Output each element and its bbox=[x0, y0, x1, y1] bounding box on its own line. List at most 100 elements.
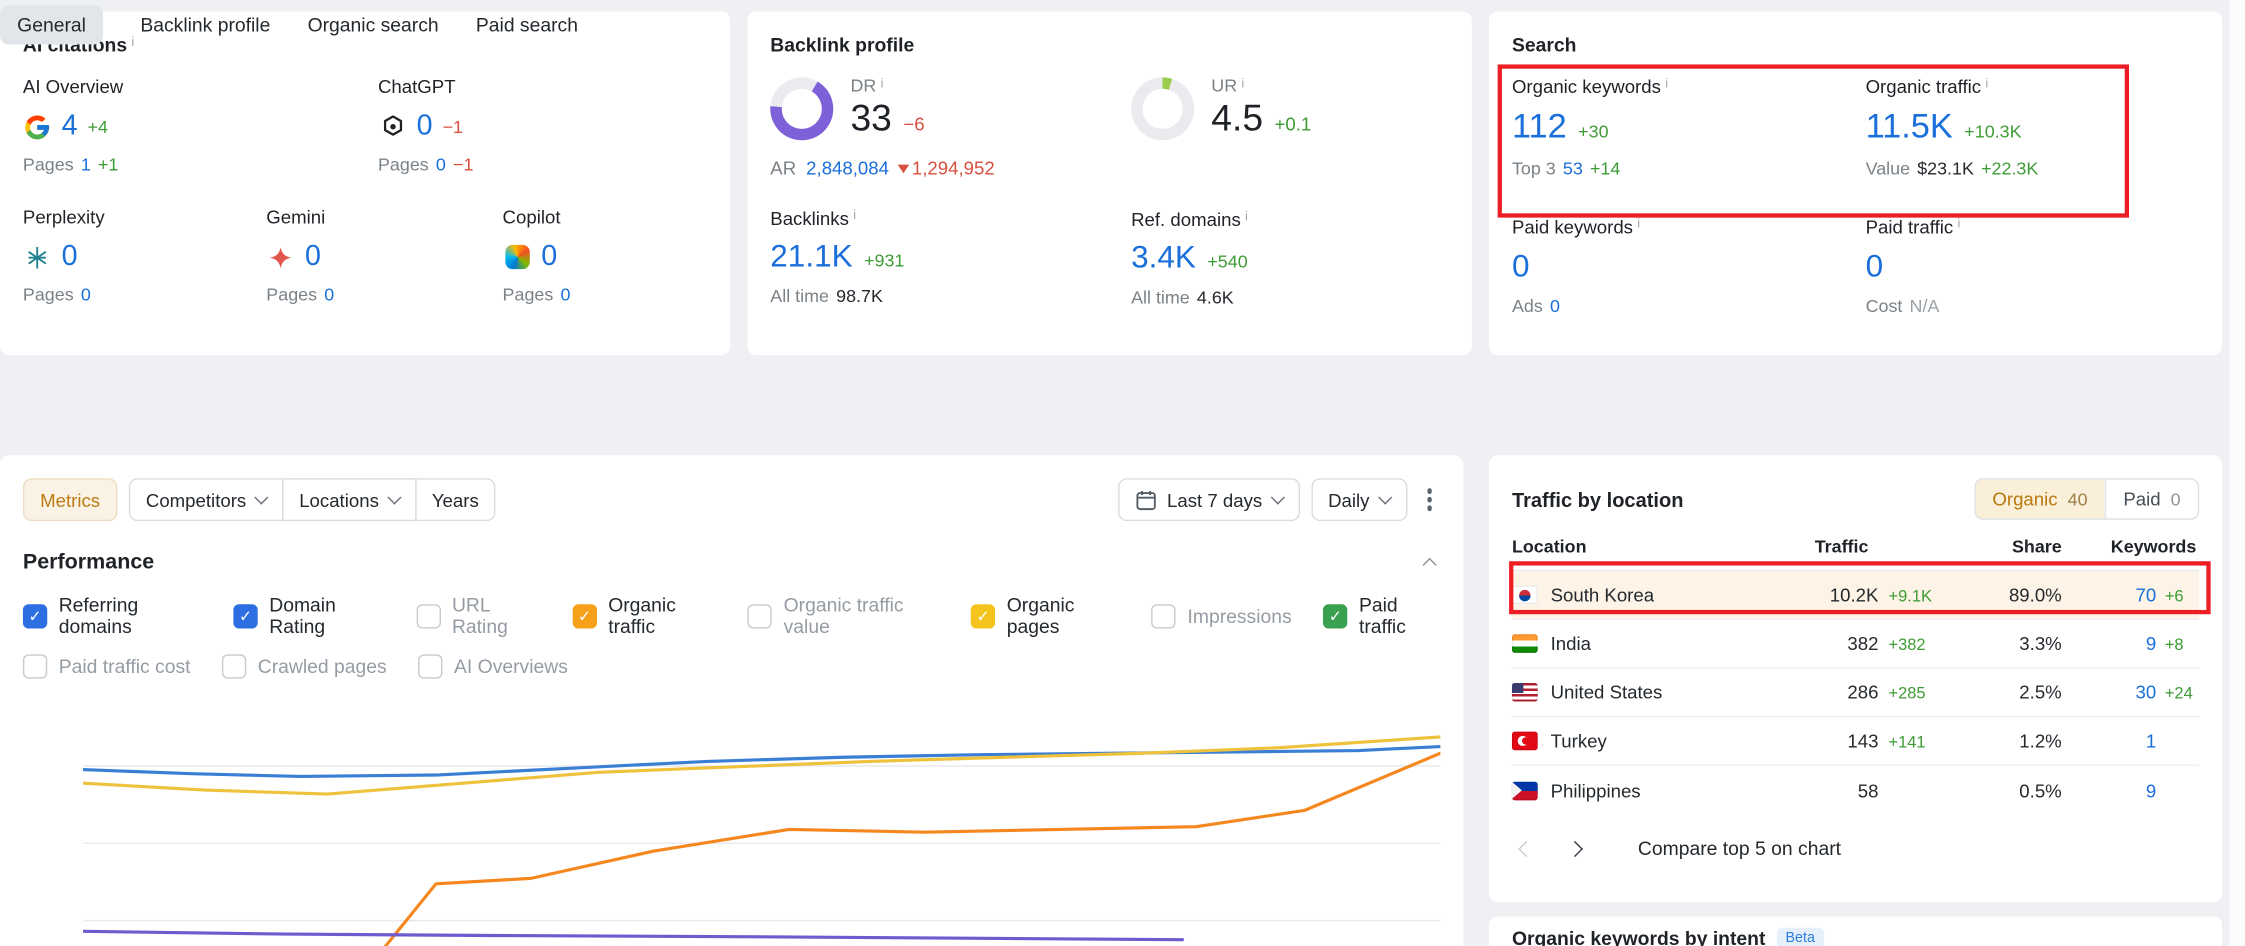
metric-toggle-impressions[interactable]: Impressions bbox=[1152, 603, 1292, 627]
cell-traffic-delta: +141 bbox=[1878, 734, 1944, 751]
ads-value[interactable]: 0 bbox=[1550, 296, 1560, 316]
cell-keywords[interactable]: 9 bbox=[2062, 780, 2156, 801]
checkbox-unchecked-icon bbox=[748, 603, 772, 627]
organic-traffic-delta: +10.3K bbox=[1964, 122, 2021, 142]
column-traffic: Traffic bbox=[1718, 537, 1944, 557]
compare-top5-link[interactable]: Compare top 5 on chart bbox=[1638, 838, 1841, 859]
cell-keywords[interactable]: 9 bbox=[2062, 633, 2156, 654]
competitors-button[interactable]: Competitors bbox=[129, 478, 284, 521]
cell-share: 0.5% bbox=[1944, 780, 2061, 801]
organic-traffic-value[interactable]: 11.5K bbox=[1866, 107, 1953, 147]
chevron-down-icon bbox=[1270, 490, 1284, 504]
cell-keywords[interactable]: 1 bbox=[2062, 730, 2156, 751]
traffic-table-header: Location Traffic Share Keywords bbox=[1512, 537, 2199, 571]
metric-toggle-domain-rating[interactable]: Domain Rating bbox=[233, 594, 384, 637]
paid-traffic-sub: Cost N/A bbox=[1866, 296, 2200, 316]
backlinks-value[interactable]: 21.1K bbox=[770, 238, 852, 275]
info-icon bbox=[881, 76, 884, 90]
checkbox-checked-icon bbox=[233, 603, 257, 627]
pages-value[interactable]: 0 bbox=[81, 285, 91, 305]
cell-share: 1.2% bbox=[1944, 730, 2061, 751]
google-icon bbox=[23, 112, 52, 141]
previous-page-icon[interactable] bbox=[1518, 840, 1534, 856]
organic-keywords-value[interactable]: 112 bbox=[1512, 107, 1567, 147]
cell-keywords[interactable]: 70 bbox=[2062, 584, 2156, 605]
value-label: Value bbox=[1866, 159, 1910, 179]
next-page-icon[interactable] bbox=[1567, 840, 1583, 856]
metric-toggle-crawled-pages[interactable]: Crawled pages bbox=[222, 654, 387, 678]
top3-value[interactable]: 53 bbox=[1563, 159, 1583, 179]
location-name: Turkey bbox=[1551, 730, 1607, 751]
locations-button[interactable]: Locations bbox=[282, 478, 416, 521]
cell-traffic-delta: +285 bbox=[1878, 686, 1944, 703]
tab-paid-search[interactable]: Paid search bbox=[476, 14, 578, 35]
alltime-value: 4.6K bbox=[1197, 288, 1234, 308]
metric-toggles-row-1: Referring domains Domain Rating URL Rati… bbox=[23, 594, 1440, 637]
location-name: Philippines bbox=[1551, 780, 1641, 801]
ai-metric-value[interactable]: 4 bbox=[62, 110, 78, 143]
ar-value[interactable]: 2,848,084 bbox=[806, 157, 889, 178]
ai-metric-label: Copilot bbox=[503, 206, 708, 227]
tab-general[interactable]: General bbox=[0, 5, 103, 44]
table-row-turkey[interactable]: Turkey 143+141 1.2% 1 bbox=[1512, 717, 2199, 766]
tab-backlink-profile[interactable]: Backlink profile bbox=[140, 14, 270, 35]
metric-toggle-ai-overviews[interactable]: AI Overviews bbox=[418, 654, 568, 678]
refdomains-value[interactable]: 3.4K bbox=[1131, 239, 1196, 276]
paid-keywords-value[interactable]: 0 bbox=[1512, 248, 1530, 285]
table-row-india[interactable]: India 382+382 3.3% 9+8 bbox=[1512, 620, 2199, 669]
paid-traffic-value[interactable]: 0 bbox=[1866, 248, 1884, 285]
info-icon bbox=[1245, 209, 1248, 223]
date-range-button[interactable]: Last 7 days bbox=[1118, 478, 1299, 521]
years-button[interactable]: Years bbox=[415, 478, 496, 521]
flag-philippines-icon bbox=[1512, 781, 1538, 800]
checkbox-checked-icon bbox=[23, 603, 47, 627]
ai-citations-row-1: AI Overview 4 +4 Pages 1 +1 ChatGPT bbox=[23, 76, 707, 175]
toggle-organic[interactable]: Organic 40 bbox=[1975, 480, 2104, 519]
ai-metric-label: ChatGPT bbox=[378, 76, 707, 97]
performance-chart[interactable] bbox=[83, 702, 1440, 946]
chevron-down-icon bbox=[1377, 490, 1391, 504]
pages-value[interactable]: 1 bbox=[81, 155, 91, 175]
alltime-label: All time bbox=[1131, 288, 1190, 308]
metrics-button[interactable]: Metrics bbox=[23, 478, 117, 521]
metric-toggle-paid-traffic[interactable]: Paid traffic bbox=[1323, 594, 1440, 637]
top3-delta: +14 bbox=[1590, 159, 1620, 179]
ai-metric-ai-overview: AI Overview 4 +4 Pages 1 +1 bbox=[23, 76, 378, 175]
backlinks-block: Backlinks 21.1K +931 All time 98.7K bbox=[770, 208, 1131, 307]
metric-toggle-url-rating[interactable]: URL Rating bbox=[416, 594, 541, 637]
pages-value[interactable]: 0 bbox=[560, 285, 570, 305]
ai-metric-value-row: 0 −1 bbox=[378, 110, 707, 143]
pages-label: Pages bbox=[378, 155, 429, 175]
toggle-paid[interactable]: Paid 0 bbox=[2105, 480, 2198, 519]
refdomains-block: Ref. domains 3.4K +540 All time 4.6K bbox=[1131, 209, 1449, 308]
organic-traffic-sub: Value $23.1K +22.3K bbox=[1866, 159, 2200, 179]
cell-keywords[interactable]: 30 bbox=[2062, 682, 2156, 703]
more-options-icon[interactable] bbox=[1418, 480, 1440, 519]
metric-toggle-organic-traffic-value[interactable]: Organic traffic value bbox=[748, 594, 940, 637]
ai-metric-pages: Pages 0 bbox=[23, 285, 266, 305]
ur-value: 4.5 bbox=[1211, 96, 1263, 140]
organic-paid-toggle: Organic 40 Paid 0 bbox=[1974, 478, 2199, 520]
collapse-section-icon[interactable] bbox=[1423, 558, 1437, 572]
ai-metric-value[interactable]: 0 bbox=[417, 110, 433, 143]
ai-metric-value[interactable]: 0 bbox=[62, 241, 78, 274]
table-row-philippines[interactable]: Philippines 58 0.5% 9 bbox=[1512, 766, 2199, 815]
info-icon bbox=[1637, 216, 1640, 230]
table-row-south-korea[interactable]: South Korea 10.2K+9.1K 89.0% 70+6 bbox=[1512, 571, 2199, 620]
table-row-united-states[interactable]: United States 286+285 2.5% 30+24 bbox=[1512, 669, 2199, 718]
paid-traffic-block: Paid traffic 0 Cost N/A bbox=[1866, 216, 2200, 316]
metric-toggle-organic-traffic[interactable]: Organic traffic bbox=[572, 594, 716, 637]
info-icon bbox=[1241, 76, 1244, 90]
metric-toggle-paid-traffic-cost[interactable]: Paid traffic cost bbox=[23, 654, 191, 678]
ai-metric-value[interactable]: 0 bbox=[541, 241, 557, 274]
granularity-button[interactable]: Daily bbox=[1311, 478, 1407, 521]
ai-metric-value[interactable]: 0 bbox=[305, 241, 321, 274]
metric-toggle-organic-pages[interactable]: Organic pages bbox=[971, 594, 1120, 637]
pages-value[interactable]: 0 bbox=[436, 155, 446, 175]
metric-toggle-referring-domains[interactable]: Referring domains bbox=[23, 594, 202, 637]
checkbox-checked-icon bbox=[971, 603, 995, 627]
flag-india-icon bbox=[1512, 634, 1538, 653]
tab-organic-search[interactable]: Organic search bbox=[308, 14, 439, 35]
scrollbar[interactable] bbox=[2228, 0, 2245, 946]
pages-value[interactable]: 0 bbox=[324, 285, 334, 305]
